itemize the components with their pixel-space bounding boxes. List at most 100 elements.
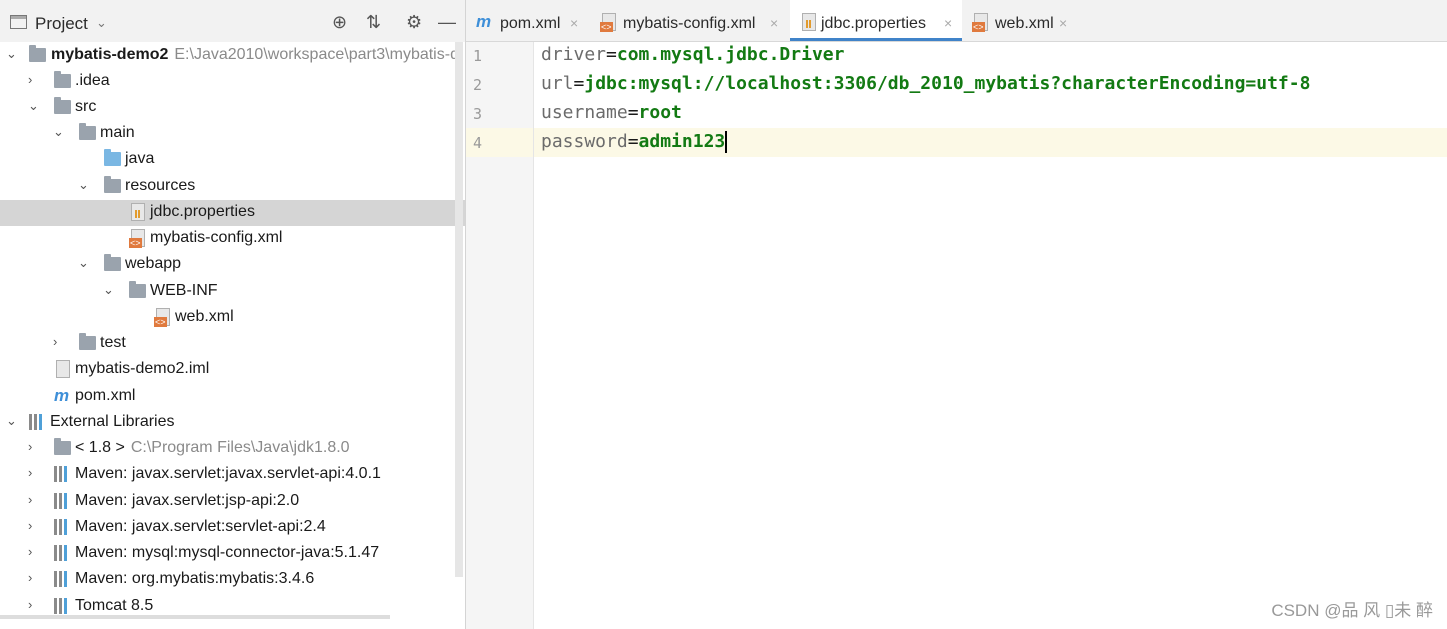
close-icon[interactable]: × [570, 15, 578, 31]
tree-item-path: C:\Program Files\Java\jdk1.8.0 [130, 439, 350, 456]
chevron-down-icon[interactable]: ⌄ [103, 282, 114, 298]
chevron-right-icon[interactable]: › [28, 544, 32, 559]
folder-icon [129, 281, 146, 298]
xml-file-icon [129, 229, 145, 248]
tree-item-resources[interactable]: ⌄ resources [0, 174, 465, 200]
close-icon[interactable]: × [770, 15, 778, 31]
tab-mybatis-config-xml[interactable]: mybatis-config.xml × [590, 0, 790, 41]
vertical-scrollbar[interactable] [455, 42, 463, 577]
code-line[interactable]: url=jdbc:mysql://localhost:3306/db_2010_… [541, 73, 1310, 94]
property-key: username [541, 102, 628, 123]
xml-file-icon [972, 13, 988, 32]
library-icon [54, 519, 70, 535]
tree-item-label: .idea [75, 72, 110, 89]
watermark: CSDN @品 风 ▯未 醉 [1271, 601, 1433, 620]
library-icon [54, 571, 70, 587]
folder-icon [54, 97, 71, 114]
tree-item-label: pom.xml [75, 387, 136, 404]
chevron-down-icon[interactable]: ⌄ [6, 413, 17, 429]
tree-item-label: < 1.8 > [75, 439, 125, 456]
tree-item-test[interactable]: › test [0, 331, 465, 357]
line-number: 4 [473, 134, 483, 152]
chevron-right-icon[interactable]: › [28, 72, 32, 87]
tree-item-external-libraries[interactable]: ⌄ External Libraries [0, 410, 465, 436]
chevron-right-icon[interactable]: › [28, 439, 32, 454]
chevron-right-icon[interactable]: › [28, 492, 32, 507]
properties-file-icon [802, 13, 816, 31]
tree-item-library[interactable]: › Maven: mysql:mysql-connector-java:5.1.… [0, 541, 465, 567]
chevron-right-icon[interactable]: › [28, 465, 32, 480]
tree-item-library[interactable]: › Maven: javax.servlet:javax.servlet-api… [0, 462, 465, 488]
tree-item-idea[interactable]: › .idea [0, 69, 465, 95]
chevron-right-icon[interactable]: › [28, 597, 32, 612]
folder-icon [54, 71, 71, 88]
tab-pom-xml[interactable]: m pom.xml × [466, 0, 590, 41]
line-number: 1 [473, 47, 483, 65]
collapse-all-icon[interactable]: ⇅ [366, 12, 381, 33]
close-icon[interactable]: × [944, 15, 952, 31]
tree-item-web-inf[interactable]: ⌄ WEB-INF [0, 279, 465, 305]
chevron-down-icon[interactable]: ⌄ [6, 46, 17, 62]
tree-item-label: Maven: mysql:mysql-connector-java:5.1.47 [75, 544, 380, 561]
chevron-down-icon[interactable]: ⌄ [78, 177, 89, 193]
minimize-icon[interactable]: — [438, 12, 456, 33]
gear-icon[interactable]: ⚙ [406, 12, 422, 33]
tree-item-label: web.xml [175, 308, 234, 325]
locate-icon[interactable]: ⊕ [332, 12, 347, 33]
tree-item-label: WEB-INF [150, 282, 218, 299]
line-number: 2 [473, 76, 483, 94]
properties-file-icon [131, 203, 145, 221]
tree-item-label: main [100, 124, 135, 141]
chevron-down-icon[interactable]: ⌄ [78, 255, 89, 271]
chevron-right-icon[interactable]: › [53, 334, 57, 349]
chevron-right-icon[interactable]: › [28, 518, 32, 533]
code-line[interactable]: username=root [541, 102, 682, 123]
chevron-down-icon[interactable]: ⌄ [53, 124, 64, 140]
tab-label: web.xml [995, 15, 1054, 32]
source-folder-icon [104, 149, 121, 166]
tree-item-java[interactable]: java [0, 147, 465, 173]
tree-item-main[interactable]: ⌄ main [0, 121, 465, 147]
tab-jdbc-properties[interactable]: jdbc.properties × [790, 0, 962, 41]
tree-item-library[interactable]: › Maven: javax.servlet:servlet-api:2.4 [0, 515, 465, 541]
chevron-down-icon[interactable]: ⌄ [96, 15, 107, 31]
tab-label: mybatis-config.xml [623, 15, 756, 32]
tree-item-label: test [100, 334, 126, 351]
property-separator: = [627, 131, 639, 152]
folder-icon [79, 333, 96, 350]
tree-item-pom[interactable]: m pom.xml [0, 384, 465, 410]
library-icon [54, 598, 70, 614]
project-panel-title[interactable]: Project [35, 14, 88, 34]
project-panel-header: Project ⌄ ⊕ ⇅ ⚙ — [0, 0, 465, 42]
tree-item-mybatis-config[interactable]: mybatis-config.xml [0, 226, 465, 252]
project-view-icon [10, 15, 27, 29]
resources-folder-icon [104, 176, 121, 193]
tree-item-jdbc-properties[interactable]: jdbc.properties [0, 200, 465, 226]
tree-item-library[interactable]: › Maven: org.mybatis:mybatis:3.4.6 [0, 567, 465, 593]
tree-item-src[interactable]: ⌄ src [0, 95, 465, 121]
tree-item-iml[interactable]: mybatis-demo2.iml [0, 357, 465, 383]
tree-item-project-root[interactable]: ⌄ mybatis-demo2 E:\Java2010\workspace\par… [0, 43, 465, 69]
tree-item-jdk[interactable]: › < 1.8 > C:\Program Files\Java\jdk1.8.0 [0, 436, 465, 462]
tree-item-web-xml[interactable]: web.xml [0, 305, 465, 331]
tree-item-label: src [75, 98, 97, 115]
tree-item-library[interactable]: › Maven: javax.servlet:jsp-api:2.0 [0, 489, 465, 515]
tree-item-label: Maven: javax.servlet:jsp-api:2.0 [75, 492, 300, 509]
tree-item-webapp[interactable]: ⌄ webapp [0, 252, 465, 278]
tree-item-path: E:\Java2010\workspace\part3\mybatis-d [174, 46, 459, 63]
tab-web-xml[interactable]: web.xml × [962, 0, 1082, 41]
property-separator: = [606, 44, 617, 65]
iml-file-icon [56, 360, 70, 378]
jdk-icon [54, 438, 71, 455]
horizontal-scrollbar[interactable] [0, 615, 390, 619]
tree-item-label: java [125, 150, 155, 167]
chevron-down-icon[interactable]: ⌄ [28, 98, 39, 114]
project-panel: Project ⌄ ⊕ ⇅ ⚙ — ⌄ mybatis-demo2 E:\Java… [0, 0, 466, 629]
close-icon[interactable]: × [1059, 15, 1067, 31]
tree-item-label: resources [125, 177, 196, 194]
tree-item-label: mybatis-config.xml [150, 229, 283, 246]
text-caret [725, 131, 728, 153]
chevron-right-icon[interactable]: › [28, 570, 32, 585]
code-line[interactable]: password=admin123 [541, 131, 728, 153]
code-line[interactable]: driver=com.mysql.jdbc.Driver [541, 44, 844, 65]
